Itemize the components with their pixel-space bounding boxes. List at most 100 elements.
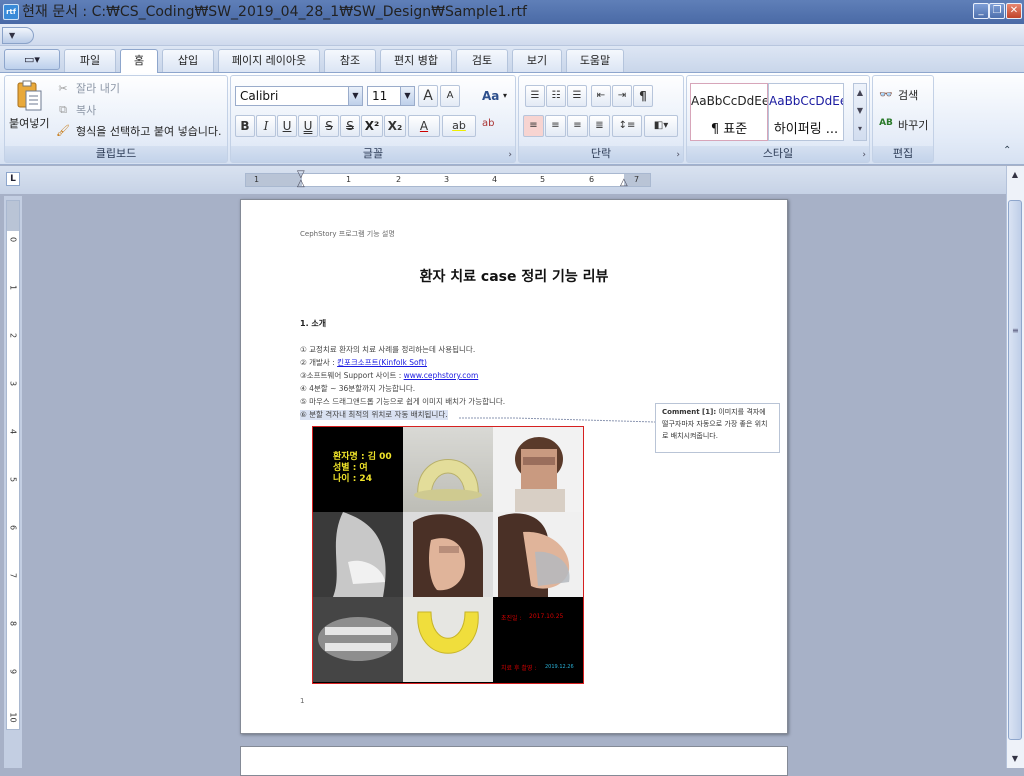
collage-cell-profile-photo xyxy=(403,512,493,597)
right-indent-marker-icon[interactable]: △ xyxy=(620,177,628,188)
doc-line-5: ⑤ 마우스 드래그앤드롭 기능으로 쉽게 이미지 배치가 가능합니다. xyxy=(300,397,506,406)
justify-icon[interactable]: ≣ xyxy=(589,115,610,137)
end-date-label: 치료 후 촬영 : xyxy=(501,665,537,672)
doc-line-4: ④ 4분할 ~ 36분할까지 가능합니다. xyxy=(300,384,416,393)
paste-button[interactable]: 붙여넣기 xyxy=(9,116,49,132)
binoculars-icon: 👓 xyxy=(879,88,893,101)
font-name-dropdown-icon[interactable]: ▼ xyxy=(348,87,362,105)
cut-button[interactable]: 잘라 내기 xyxy=(76,81,120,97)
paste-icon[interactable] xyxy=(14,80,44,112)
tab-home[interactable]: 홈 xyxy=(120,49,158,73)
double-underline-button[interactable]: U xyxy=(298,115,318,137)
font-size-dropdown-icon[interactable]: ▼ xyxy=(400,87,414,105)
collage-cell-overlay-photo xyxy=(493,512,583,597)
tab-selector[interactable]: L xyxy=(6,172,20,186)
show-marks-icon[interactable]: ¶ xyxy=(633,85,653,107)
start-date-value: 2017.10.25 xyxy=(529,613,564,620)
ruler-tick: 2 xyxy=(396,175,402,184)
quick-access-toolbar xyxy=(0,24,1024,46)
replace-button[interactable]: 바꾸기 xyxy=(898,118,928,134)
numbering-icon[interactable]: ☷ xyxy=(546,85,566,107)
tab-insert[interactable]: 삽입 xyxy=(162,49,214,72)
styles-dialog-launcher-icon[interactable]: › xyxy=(862,150,866,160)
line-spacing-icon[interactable]: ↕≡ xyxy=(612,115,642,137)
comment-balloon[interactable]: Comment [1]: 이미지를 격자에 떨구자마자 자동으로 가장 좋은 위… xyxy=(655,403,780,453)
grow-font-button[interactable]: A xyxy=(418,85,438,107)
decrease-indent-icon[interactable]: ⇤ xyxy=(591,85,611,107)
superscript-button[interactable]: X² xyxy=(361,115,383,137)
ruler-tick: 7 xyxy=(634,175,640,184)
tab-review[interactable]: 검토 xyxy=(456,49,508,72)
style-hyperlink-sample: AaBbCcDdEe xyxy=(769,94,843,108)
scroll-down-icon[interactable]: ▼ xyxy=(1008,752,1022,766)
strikethrough-button[interactable]: S xyxy=(319,115,339,137)
font-size-combo[interactable]: 11 ▼ xyxy=(367,86,415,106)
replace-icon: AB xyxy=(879,118,893,128)
close-button[interactable]: ✕ xyxy=(1006,3,1022,19)
tab-file[interactable]: 파일 xyxy=(64,49,116,72)
font-color-button[interactable]: A xyxy=(408,115,440,137)
tab-mail-merge[interactable]: 편지 병합 xyxy=(380,49,452,72)
font-name-combo[interactable]: Calibri ▼ xyxy=(235,86,363,106)
bold-button[interactable]: B xyxy=(235,115,255,137)
document-page-2[interactable] xyxy=(240,746,788,776)
vruler-tick: 4 xyxy=(8,428,18,435)
scrollbar-thumb[interactable] xyxy=(1008,200,1022,740)
horizontal-ruler[interactable]: 1 1 2 3 4 5 6 7 xyxy=(245,173,651,187)
styles-scroll-icon[interactable]: ▲ ▼ ▾ xyxy=(853,83,867,141)
indent-marker-icon[interactable]: ▽ △ xyxy=(297,170,305,189)
clear-format-button[interactable]: ab xyxy=(482,118,494,129)
bullets-icon[interactable]: ☰ xyxy=(525,85,545,107)
double-strikethrough-button[interactable]: S xyxy=(340,115,360,137)
shading-icon[interactable]: ◧▾ xyxy=(644,115,678,137)
font-dialog-launcher-icon[interactable]: › xyxy=(508,150,512,160)
collage-cell-front-photo xyxy=(493,427,583,512)
vruler-tick: 6 xyxy=(8,524,18,531)
format-painter-button[interactable]: 형식을 선택하고 붙여 넣습니다. xyxy=(76,124,222,140)
minimize-button[interactable]: _ xyxy=(973,3,989,19)
tab-help[interactable]: 도움말 xyxy=(566,49,624,72)
collapse-ribbon-icon[interactable]: ⌃ xyxy=(1003,145,1011,156)
ruler-tick: 5 xyxy=(540,175,546,184)
tab-page-layout[interactable]: 페이지 레이아웃 xyxy=(218,49,320,72)
quick-access-dropdown[interactable]: ▼ xyxy=(2,27,34,44)
collage-cell-ceph-xray xyxy=(313,512,403,597)
multilevel-list-icon[interactable]: ☰ xyxy=(567,85,587,107)
doc-header: CephStory 프로그램 기능 설명 xyxy=(300,230,395,238)
tab-references[interactable]: 참조 xyxy=(324,49,376,72)
scroll-grip-icon: ≡ xyxy=(1012,326,1019,335)
doc-line-1: ① 교정치료 환자의 치료 사례를 정리하는데 사용됩니다. xyxy=(300,345,476,354)
app-icon[interactable]: rtf xyxy=(3,4,19,20)
clipboard-group-label: 클립보드 xyxy=(5,146,227,162)
collage-image[interactable]: 환자명 : 김 00 성별 : 여 나이 : 24 초진일 : 2017.10.… xyxy=(312,426,584,684)
support-site-link[interactable]: www.cephstory.com xyxy=(404,371,479,380)
vruler-top-margin xyxy=(7,201,19,231)
change-case-button[interactable]: Aa xyxy=(482,89,499,103)
font-name-value: Calibri xyxy=(240,89,279,103)
underline-button[interactable]: U xyxy=(277,115,297,137)
doc-line-6-commented[interactable]: ⑥ 분할 격자내 최적의 위치로 자동 배치됩니다. xyxy=(300,410,448,420)
increase-indent-icon[interactable]: ⇥ xyxy=(612,85,632,107)
subscript-button[interactable]: X₂ xyxy=(384,115,406,137)
style-normal[interactable]: AaBbCcDdEe ¶ 표준 xyxy=(690,83,768,141)
vertical-ruler[interactable]: 0 1 2 3 4 5 6 7 8 9 10 xyxy=(6,200,20,730)
style-hyperlink[interactable]: AaBbCcDdEe 하이퍼링 ... xyxy=(768,83,844,141)
developer-link[interactable]: 킨포크소프트(Kinfolk Soft) xyxy=(337,358,427,367)
copy-button[interactable]: 복사 xyxy=(76,103,96,119)
align-right-icon[interactable]: ≡ xyxy=(567,115,588,137)
find-button[interactable]: 검색 xyxy=(898,88,918,104)
align-center-icon[interactable]: ≡ xyxy=(545,115,566,137)
restore-button[interactable]: ❐ xyxy=(989,3,1005,19)
collage-cell-dates: 초진일 : 2017.10.25 치료 후 촬영 : 2019.12.26 xyxy=(493,597,583,682)
align-left-icon[interactable]: ≡ xyxy=(523,115,544,137)
shrink-font-button[interactable]: A xyxy=(440,85,460,107)
highlight-button[interactable]: ab xyxy=(442,115,476,137)
vruler-tick: 5 xyxy=(8,476,18,483)
scroll-up-icon[interactable]: ▲ xyxy=(1008,168,1022,182)
italic-button[interactable]: I xyxy=(256,115,276,137)
window-title: 현재 문서 : C:₩CS_Coding₩SW_2019_04_28_1₩SW_… xyxy=(22,4,527,20)
application-menu-button[interactable]: ▭▾ xyxy=(4,49,60,70)
paragraph-dialog-launcher-icon[interactable]: › xyxy=(676,150,680,160)
tab-view[interactable]: 보기 xyxy=(512,49,562,72)
change-case-dropdown-icon[interactable]: ▾ xyxy=(503,91,507,100)
